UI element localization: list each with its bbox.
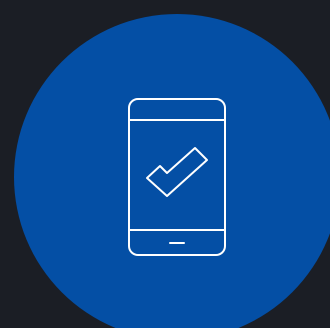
illustration-canvas [0,0,330,328]
smartphone-check-icon [128,98,226,256]
phone-outline [128,98,226,256]
checkmark-icon [146,147,208,197]
